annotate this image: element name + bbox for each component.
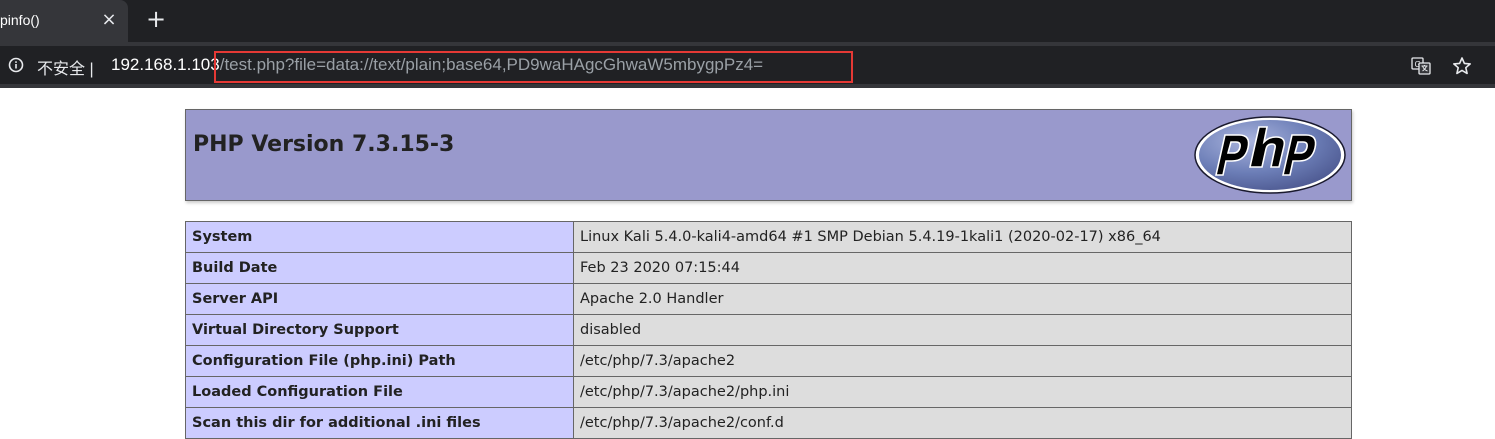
- php-logo[interactable]: [1193, 115, 1347, 195]
- tab-title: pinfo(): [0, 12, 40, 28]
- new-tab-button[interactable]: +: [145, 7, 167, 31]
- row-value: /etc/php/7.3/apache2/conf.d: [573, 407, 1352, 439]
- table-row: System Linux Kali 5.4.0-kali4-amd64 #1 SM…: [185, 221, 1352, 253]
- table-row: Build Date Feb 23 2020 07:15:44: [185, 252, 1352, 284]
- tab-strip: pinfo() × +: [0, 0, 1495, 42]
- table-row: Loaded Configuration File/etc/php/7.3/ap…: [185, 376, 1352, 408]
- url-highlight-box: [214, 51, 853, 83]
- info-icon[interactable]: [8, 57, 24, 73]
- php-version-header: PHP Version 7.3.15-3: [185, 109, 1352, 201]
- row-value: disabled: [573, 314, 1352, 346]
- table-row: Virtual Directory Support disabled: [185, 314, 1352, 346]
- row-value: Linux Kali 5.4.0-kali4-amd64 #1 SMP Debi…: [573, 221, 1352, 253]
- table-row: Server API Apache 2.0 Handler: [185, 283, 1352, 315]
- security-status[interactable]: 不安全 |: [37, 55, 94, 79]
- table-row: Configuration File (php.ini) Path/etc/ph…: [185, 345, 1352, 377]
- row-label: Virtual Directory Support: [185, 314, 574, 346]
- close-icon[interactable]: ×: [100, 11, 118, 29]
- url-host: 192.168.1.103: [111, 55, 220, 74]
- separator: |: [89, 61, 94, 78]
- row-label: Server API: [185, 283, 574, 315]
- row-value: /etc/php/7.3/apache2: [573, 345, 1352, 377]
- row-value: /etc/php/7.3/apache2/php.ini: [573, 376, 1352, 408]
- row-value: Feb 23 2020 07:15:44: [573, 252, 1352, 284]
- page-title: PHP Version 7.3.15-3: [193, 132, 455, 157]
- browser-tab[interactable]: pinfo() ×: [0, 0, 128, 42]
- translate-icon[interactable]: G: [1411, 57, 1431, 75]
- row-label: Loaded Configuration File: [185, 376, 574, 408]
- row-value: Apache 2.0 Handler: [573, 283, 1352, 315]
- table-row: Scan this dir for additional .ini files /…: [185, 407, 1352, 439]
- row-label: Build Date: [185, 252, 574, 284]
- star-icon[interactable]: [1452, 56, 1472, 76]
- php-info-table: System Linux Kali 5.4.0-kali4-amd64 #1 SM…: [185, 221, 1352, 439]
- row-label: System: [185, 221, 574, 253]
- row-label: Configuration File (php.ini) Path: [185, 345, 574, 377]
- security-label: 不安全: [37, 61, 86, 78]
- row-label: Scan this dir for additional .ini files: [185, 407, 574, 439]
- browser-toolbar: 不安全 | 192.168.1.103/test.php?file=data:/…: [0, 42, 1495, 88]
- address-bar[interactable]: 不安全 | 192.168.1.103/test.php?file=data:/…: [0, 46, 1495, 84]
